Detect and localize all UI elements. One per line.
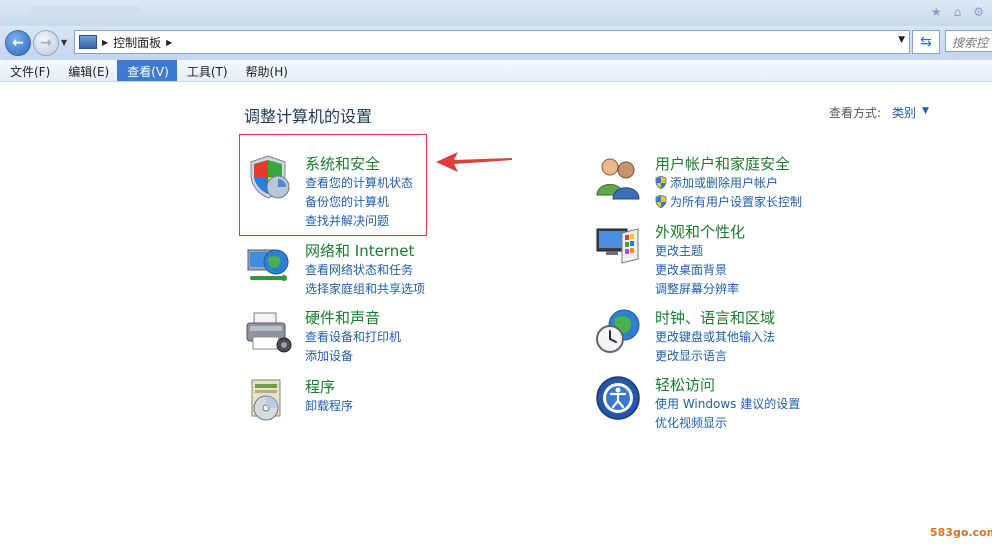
- link-add-remove-accounts[interactable]: 添加或删除用户帐户: [655, 174, 802, 193]
- printer-icon[interactable]: [244, 307, 292, 355]
- uac-shield-icon: [655, 176, 667, 189]
- window-title-faint: [30, 6, 140, 14]
- breadcrumb-control-panel[interactable]: 控制面板: [113, 34, 161, 51]
- menu-edit[interactable]: 编辑(E): [58, 60, 117, 81]
- view-by-label: 查看方式:: [829, 106, 882, 120]
- menu-view[interactable]: 查看(V): [117, 60, 177, 81]
- link-view-network-status[interactable]: 查看网络状态和任务: [305, 261, 425, 280]
- link-recommended-settings[interactable]: 使用 Windows 建议的设置: [655, 395, 800, 414]
- link-screen-resolution[interactable]: 调整屏幕分辨率: [655, 280, 739, 299]
- monitor-palette-icon[interactable]: [594, 221, 642, 269]
- category-title[interactable]: 硬件和声音: [305, 307, 380, 328]
- category-title[interactable]: 轻松访问: [655, 374, 715, 395]
- category-title[interactable]: 用户帐户和家庭安全: [655, 153, 790, 174]
- link-troubleshoot[interactable]: 查找并解决问题: [305, 212, 413, 231]
- programs-disc-icon[interactable]: [244, 376, 292, 424]
- category-title[interactable]: 时钟、语言和区域: [655, 307, 775, 328]
- shield-icon[interactable]: [244, 153, 292, 201]
- settings-gear-icon[interactable]: ⚙: [973, 5, 984, 19]
- link-change-keyboard[interactable]: 更改键盘或其他输入法: [655, 328, 775, 347]
- address-field[interactable]: ▶ 控制面板 ▶ ▼: [74, 30, 910, 54]
- annotation-arrow-icon: [436, 152, 512, 172]
- address-dropdown-icon[interactable]: ▼: [898, 35, 905, 45]
- search-input[interactable]: 搜索控: [945, 30, 992, 52]
- breadcrumb-separator-icon[interactable]: ▶: [166, 38, 172, 47]
- link-optimize-display[interactable]: 优化视频显示: [655, 414, 800, 433]
- menu-tools[interactable]: 工具(T): [177, 60, 236, 81]
- link-text: 添加或删除用户帐户: [670, 176, 779, 190]
- page-title: 调整计算机的设置: [244, 107, 373, 126]
- favorites-star-icon[interactable]: ★: [931, 5, 942, 19]
- link-view-computer-status[interactable]: 查看您的计算机状态: [305, 174, 413, 193]
- refresh-button[interactable]: ⇆: [912, 30, 940, 54]
- clock-globe-icon[interactable]: [594, 307, 642, 355]
- view-by-dropdown[interactable]: 类别: [892, 104, 916, 121]
- view-by-chevron-down-icon[interactable]: ▼: [922, 106, 929, 116]
- watermark: 583go.com: [930, 526, 992, 539]
- users-icon[interactable]: [594, 153, 642, 201]
- link-homegroup-sharing[interactable]: 选择家庭组和共享选项: [305, 280, 425, 299]
- forward-arrow-icon: →: [40, 35, 52, 51]
- category-title[interactable]: 程序: [305, 376, 335, 397]
- network-globe-icon[interactable]: [244, 240, 292, 288]
- link-parental-controls[interactable]: 为所有用户设置家长控制: [655, 193, 802, 212]
- refresh-icon: ⇆: [920, 34, 932, 50]
- link-change-display-language[interactable]: 更改显示语言: [655, 347, 775, 366]
- recent-pages-dropdown[interactable]: ▼: [61, 38, 67, 47]
- home-icon[interactable]: ⌂: [954, 5, 962, 19]
- link-change-theme[interactable]: 更改主题: [655, 242, 739, 261]
- address-toolbar: ← → ▼ ▶ 控制面板 ▶ ▼ ⇆ 搜索控: [0, 26, 992, 61]
- link-backup-computer[interactable]: 备份您的计算机: [305, 193, 413, 212]
- category-title[interactable]: 系统和安全: [305, 153, 380, 174]
- forward-button[interactable]: →: [33, 30, 59, 56]
- title-bar-controls: ★ ⌂ ⚙: [931, 5, 984, 19]
- back-button[interactable]: ←: [5, 30, 31, 56]
- breadcrumb-separator-icon[interactable]: ▶: [102, 38, 108, 47]
- category-title[interactable]: 网络和 Internet: [305, 240, 414, 261]
- control-panel-icon: [79, 35, 97, 49]
- window-title-bar: ★ ⌂ ⚙: [0, 0, 992, 26]
- menu-bar: 文件(F) 编辑(E) 查看(V) 工具(T) 帮助(H): [0, 60, 992, 82]
- link-devices-printers[interactable]: 查看设备和打印机: [305, 328, 401, 347]
- menu-help[interactable]: 帮助(H): [236, 60, 296, 81]
- link-change-background[interactable]: 更改桌面背景: [655, 261, 739, 280]
- link-text: 为所有用户设置家长控制: [670, 195, 803, 209]
- link-uninstall-program[interactable]: 卸载程序: [305, 397, 353, 416]
- back-arrow-icon: ←: [12, 35, 24, 51]
- uac-shield-icon: [655, 195, 667, 208]
- menu-file[interactable]: 文件(F): [0, 60, 58, 81]
- link-add-device[interactable]: 添加设备: [305, 347, 401, 366]
- ease-of-access-icon[interactable]: [594, 374, 642, 422]
- category-title[interactable]: 外观和个性化: [655, 221, 745, 242]
